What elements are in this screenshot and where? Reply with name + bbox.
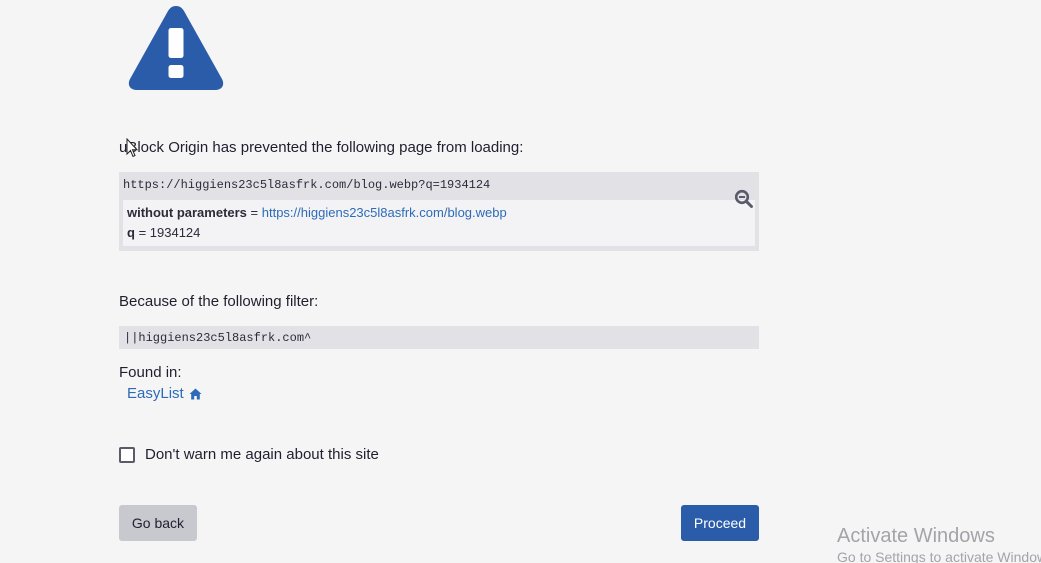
proceed-button[interactable]: Proceed [681, 505, 759, 541]
filter-box: ||higgiens23c5l8asfrk.com^ [119, 326, 759, 349]
blocked-url: https://higgiens23c5l8asfrk.com/blog.web… [123, 178, 491, 192]
param-row: q = 1934124 [127, 225, 200, 240]
ublock-blocked-page: uBlock Origin has prevented the followin… [0, 0, 1041, 563]
cursor-icon [126, 138, 138, 158]
filter-value: ||higgiens23c5l8asfrk.com^ [124, 331, 312, 345]
dont-warn-checkbox[interactable] [119, 446, 135, 463]
activate-windows-title: Activate Windows [837, 525, 995, 547]
without-params-link[interactable]: https://higgiens23c5l8asfrk.com/blog.web… [262, 205, 507, 220]
without-params-label: without parameters [127, 205, 247, 220]
url-details: without parameters = https://higgiens23c… [123, 200, 755, 246]
dont-warn-label[interactable]: Don't warn me again about this site [145, 446, 379, 463]
found-in-label: Found in: [119, 364, 182, 381]
dont-warn-option[interactable]: Don't warn me again about this site [119, 446, 379, 463]
param-value: 1934124 [149, 225, 201, 240]
param-name: q [127, 225, 135, 240]
without-params-row: without parameters = https://higgiens23c… [127, 205, 507, 220]
equals-sign: = [246, 205, 262, 220]
warning-icon [128, 6, 224, 90]
blocked-url-box: https://higgiens23c5l8asfrk.com/blog.web… [119, 172, 759, 251]
filter-label: Because of the following filter: [119, 293, 319, 310]
blocked-headline: uBlock Origin has prevented the followin… [119, 139, 524, 156]
filter-list-link[interactable]: EasyList [127, 385, 202, 402]
activate-windows-subtitle: Go to Settings to activate Windows. [837, 549, 1041, 563]
go-back-button[interactable]: Go back [119, 505, 197, 541]
filter-list-name[interactable]: EasyList [127, 385, 184, 402]
zoom-out-icon[interactable] [734, 189, 754, 209]
param-equals: = [134, 225, 150, 240]
home-icon[interactable] [189, 388, 202, 400]
